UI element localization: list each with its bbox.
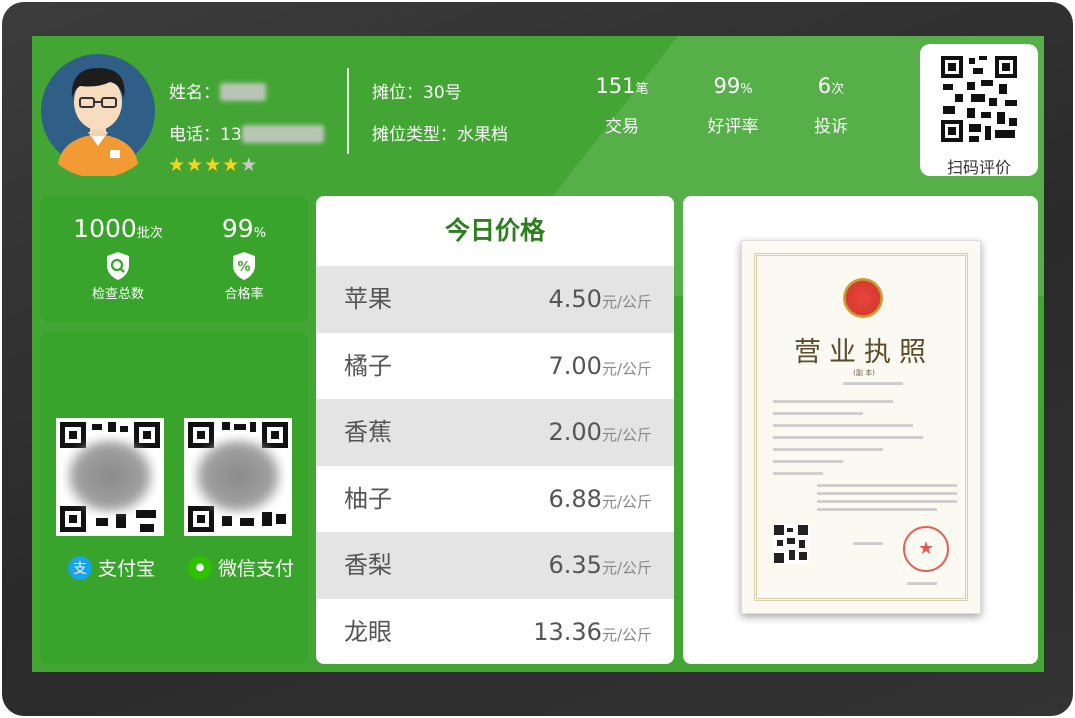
percent-shield-icon: % bbox=[233, 252, 255, 280]
wechat-icon: ● bbox=[188, 555, 212, 580]
price-value: 7.00 bbox=[548, 351, 602, 380]
alipay-option[interactable]: 支 支付宝 bbox=[68, 554, 155, 581]
price-value: 2.00 bbox=[548, 418, 602, 446]
wechat-pay-label: 微信支付 bbox=[218, 558, 295, 580]
stall-type: 摊位类型：水果档 bbox=[372, 125, 508, 145]
vendor-avatar bbox=[41, 54, 155, 176]
star-icon: ★ bbox=[186, 154, 205, 176]
rating-stars: ★★★★★ bbox=[168, 154, 258, 176]
official-seal-icon bbox=[903, 526, 949, 572]
half-star-icon: ★ bbox=[222, 154, 241, 176]
alipay-qr-code[interactable] bbox=[56, 418, 164, 536]
business-license-image: 营业执照 (副 本) bbox=[741, 240, 981, 614]
rating-label: 好评率 bbox=[707, 117, 759, 137]
license-title: 营业执照 bbox=[794, 337, 934, 368]
price-unit: 元/公斤 bbox=[601, 359, 652, 378]
vendor-phone: 电话：13 bbox=[169, 120, 324, 145]
fruit-price: 4.50元/公斤 bbox=[549, 266, 653, 336]
wechat-pay-option[interactable]: ● 微信支付 bbox=[188, 554, 294, 581]
trades-unit: 笔 bbox=[635, 82, 649, 97]
fruit-price: 6.88元/公斤 bbox=[549, 466, 653, 536]
price-unit: 元/公斤 bbox=[601, 625, 652, 644]
fruit-price: 2.00元/公斤 bbox=[549, 399, 653, 469]
stat-trades: 151笔 交易 bbox=[592, 74, 652, 137]
price-row: 香蕉 2.00元/公斤 bbox=[316, 399, 674, 466]
header-divider bbox=[347, 68, 349, 154]
vendor-name: 姓名： bbox=[169, 78, 266, 103]
review-qr-caption: 扫码评价 bbox=[946, 158, 1011, 177]
price-row: 苹果 4.50元/公斤 bbox=[316, 266, 674, 333]
review-qr-code[interactable] bbox=[939, 54, 1019, 146]
rating-value: 99 bbox=[713, 74, 741, 98]
fruit-name: 香蕉 bbox=[344, 418, 392, 446]
price-row: 龙眼 13.36元/公斤 bbox=[316, 599, 674, 665]
phone-redacted bbox=[241, 125, 324, 143]
price-value: 13.36 bbox=[533, 617, 602, 646]
vendor-header: 姓名： 电话：13 ★★★★★ 摊位：30号 摊位类型：水果档 151笔 交易 … bbox=[32, 36, 1044, 186]
license-qr-icon bbox=[773, 524, 809, 564]
price-value: 6.88 bbox=[548, 484, 602, 513]
display-screen: 姓名： 电话：13 ★★★★★ 摊位：30号 摊位类型：水果档 151笔 交易 … bbox=[32, 36, 1044, 672]
phone-label: 电话： bbox=[169, 125, 220, 145]
alipay-label: 支付宝 bbox=[98, 558, 156, 580]
price-unit: 元/公斤 bbox=[601, 492, 652, 511]
payment-panel: 支 支付宝 ● 微信支付 bbox=[40, 332, 308, 664]
price-unit: 元/公斤 bbox=[601, 293, 652, 311]
rating-unit: % bbox=[740, 82, 753, 97]
phone-prefix: 13 bbox=[220, 125, 242, 145]
wechat-qr-code[interactable] bbox=[184, 418, 292, 536]
complaints-unit: 次 bbox=[831, 82, 845, 97]
fruit-price: 7.00元/公斤 bbox=[549, 333, 653, 403]
fruit-name: 橘子 bbox=[344, 351, 392, 380]
search-shield-icon bbox=[107, 252, 129, 280]
today-price-panel: 今日价格 苹果 4.50元/公斤 橘子 7.00元/公斤 香蕉 2.00元/公斤 柚子 6.8… bbox=[316, 196, 674, 664]
price-list: 苹果 4.50元/公斤 橘子 7.00元/公斤 香蕉 2.00元/公斤 柚子 6.88元/公斤… bbox=[316, 266, 674, 664]
fruit-price: 6.35元/公斤 bbox=[549, 532, 653, 602]
trades-value: 151 bbox=[595, 74, 636, 98]
stat-complaints: 6次 投诉 bbox=[806, 74, 856, 137]
license-subtitle: (副 本) bbox=[853, 369, 875, 377]
inspection-total-unit: 批次 bbox=[136, 226, 163, 241]
fruit-name: 苹果 bbox=[344, 285, 392, 313]
inspection-total-label: 检查总数 bbox=[91, 287, 144, 302]
national-emblem-icon bbox=[843, 278, 883, 318]
price-unit: 元/公斤 bbox=[601, 426, 652, 444]
inspection-total-value: 1000 bbox=[73, 214, 137, 243]
star-icon: ★ bbox=[168, 154, 187, 176]
price-value: 6.35 bbox=[548, 551, 602, 579]
price-row: 橘子 7.00元/公斤 bbox=[316, 333, 674, 400]
svg-text:%: % bbox=[237, 260, 250, 275]
complaints-value: 6 bbox=[817, 74, 832, 98]
stat-rating: 99% 好评率 bbox=[698, 74, 768, 137]
inspection-pass-unit: % bbox=[253, 226, 267, 241]
inspection-pass: 99% % 合格率 bbox=[204, 214, 284, 302]
empty-star-icon: ★ bbox=[240, 154, 259, 176]
price-unit: 元/公斤 bbox=[601, 559, 652, 577]
price-title: 今日价格 bbox=[444, 216, 545, 245]
stall-number: 摊位：30号 bbox=[372, 83, 462, 103]
star-icon: ★ bbox=[204, 154, 223, 176]
complaints-label: 投诉 bbox=[814, 117, 848, 137]
inspection-panel: 1000批次 检查总数 99% % 合格率 bbox=[40, 196, 308, 322]
price-row: 柚子 6.88元/公斤 bbox=[316, 466, 674, 533]
review-qr-card[interactable]: 扫码评价 bbox=[920, 44, 1038, 177]
fruit-name: 龙眼 bbox=[344, 617, 392, 646]
trades-label: 交易 bbox=[605, 117, 639, 137]
fruit-price: 13.36元/公斤 bbox=[533, 599, 652, 665]
inspection-total: 1000批次 检查总数 bbox=[68, 214, 168, 302]
price-value: 4.50 bbox=[548, 285, 602, 313]
name-redacted bbox=[220, 83, 266, 101]
fruit-name: 香梨 bbox=[344, 551, 392, 579]
alipay-icon: 支 bbox=[68, 555, 92, 580]
fruit-name: 柚子 bbox=[344, 484, 392, 513]
inspection-pass-value: 99 bbox=[221, 214, 254, 243]
name-label: 姓名： bbox=[169, 83, 220, 103]
price-row: 香梨 6.35元/公斤 bbox=[316, 532, 674, 599]
inspection-pass-label: 合格率 bbox=[224, 287, 264, 302]
business-license-panel: 营业执照 (副 本) bbox=[683, 196, 1038, 664]
